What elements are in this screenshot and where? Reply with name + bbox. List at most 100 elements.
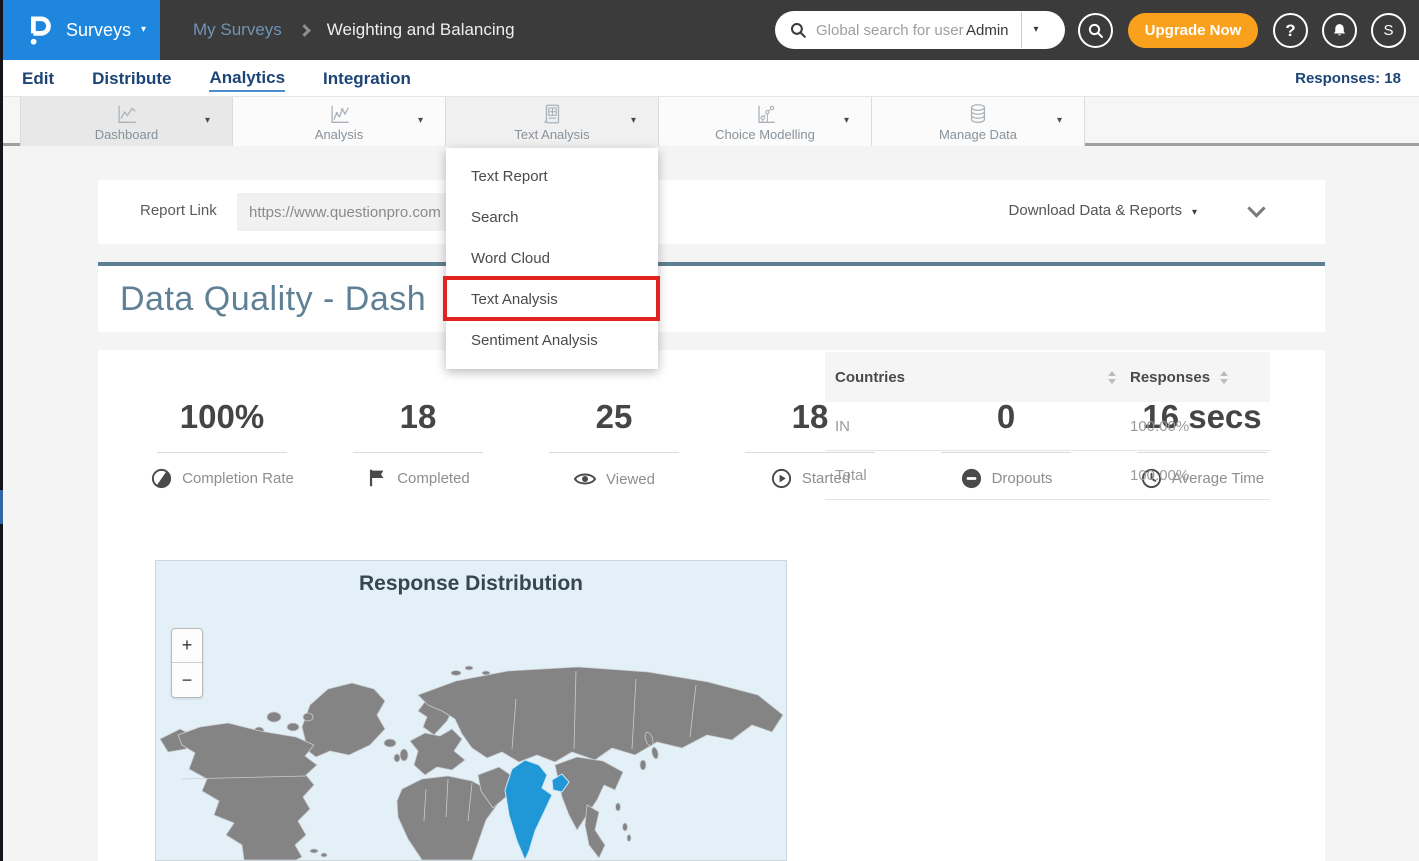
table-row: IN 100.00%: [825, 402, 1270, 451]
india-region: [505, 760, 552, 860]
chevron-down-icon[interactable]: ▾: [1057, 115, 1062, 126]
avatar[interactable]: S: [1371, 13, 1406, 48]
scatter-trend-icon: [753, 102, 778, 126]
tab-label: Manage Data: [939, 127, 1017, 142]
report-link-label: Report Link: [140, 202, 217, 219]
chevron-right-icon: [298, 24, 311, 37]
download-label: Download Data & Reports: [1009, 202, 1182, 219]
column-label: Countries: [835, 369, 905, 386]
collapse-section-chevron-icon[interactable]: [1247, 199, 1265, 217]
chevron-down-icon: ▾: [1192, 207, 1197, 218]
search-icon: [789, 21, 808, 40]
stat-completion-rate: 100% Completion Rate: [124, 398, 320, 491]
stat-value: 100%: [124, 398, 320, 436]
country-cell: IN: [835, 418, 1130, 435]
table-row: Total 100.00%: [825, 451, 1270, 500]
column-header-responses[interactable]: Responses: [1130, 369, 1260, 386]
menu-item-word-cloud[interactable]: Word Cloud: [446, 238, 658, 279]
stat-label: Completed: [397, 470, 470, 487]
divider: [353, 452, 483, 453]
global-search: Admin ▾: [775, 11, 1065, 49]
response-distribution-map: Response Distribution + −: [155, 560, 787, 861]
tab-label: Dashboard: [95, 127, 159, 142]
play-circle-icon: [770, 467, 793, 490]
stat-value: 18: [320, 398, 516, 436]
report-link-bar: Report Link Download Data & Reports ▾: [98, 180, 1325, 244]
nav-item-integration[interactable]: Integration: [323, 65, 411, 91]
top-bar: Surveys ▾ My Surveys Weighting and Balan…: [0, 0, 1419, 60]
north-america: [178, 723, 317, 860]
download-data-reports-dropdown[interactable]: Download Data & Reports ▾: [1009, 202, 1197, 219]
document-grid-icon: [540, 102, 564, 126]
page-title-panel: Data Quality - Dash: [98, 262, 1325, 332]
menu-item-text-analysis[interactable]: Text Analysis: [446, 279, 658, 320]
bell-icon: [1331, 22, 1348, 39]
nav-item-analytics[interactable]: Analytics: [209, 64, 285, 92]
flag-icon: [366, 467, 388, 489]
tab-dashboard[interactable]: Dashboard ▾: [20, 97, 233, 146]
greenland: [302, 683, 385, 757]
product-menu-label: Surveys: [66, 20, 131, 41]
map-title: Response Distribution: [156, 572, 786, 596]
asia: [418, 667, 783, 762]
tab-analysis[interactable]: Analysis ▾: [233, 97, 446, 146]
chevron-down-icon[interactable]: ▾: [418, 115, 423, 126]
responses-count: Responses: 18: [1295, 70, 1401, 87]
stat-completed: 18 Completed: [320, 398, 516, 491]
question-mark-icon: ?: [1285, 21, 1295, 41]
search-input[interactable]: [816, 22, 964, 39]
search-icon: [1087, 22, 1105, 40]
tab-text-analysis[interactable]: Text Analysis ▾: [446, 97, 659, 146]
countries-table: Countries Responses IN 100.00% Total 100…: [825, 352, 1270, 500]
chevron-down-icon: ▾: [141, 25, 146, 35]
menu-item-text-report[interactable]: Text Report: [446, 156, 658, 197]
chevron-down-icon[interactable]: ▾: [205, 115, 210, 126]
divider: [549, 452, 679, 453]
responses-cell: 100.00%: [1130, 418, 1260, 435]
chevron-down-icon[interactable]: ▾: [631, 115, 636, 126]
nav-item-distribute[interactable]: Distribute: [92, 65, 171, 91]
page-title: Data Quality - Dash: [120, 280, 426, 319]
menu-item-sentiment-analysis[interactable]: Sentiment Analysis: [446, 320, 658, 361]
analytics-toolbar: Dashboard ▾ Analysis ▾ Text Analysis ▾ C…: [0, 97, 1419, 146]
sort-icon[interactable]: [1108, 371, 1116, 384]
menu-item-search[interactable]: Search: [446, 197, 658, 238]
divider: [157, 452, 287, 453]
stat-label: Viewed: [606, 471, 655, 488]
stat-viewed: 25 Viewed: [516, 398, 712, 491]
tab-choice-modelling[interactable]: Choice Modelling ▾: [659, 97, 872, 146]
nav-item-edit[interactable]: Edit: [22, 65, 54, 91]
world-map[interactable]: [156, 639, 787, 860]
indochina: [585, 805, 605, 858]
europe: [410, 729, 465, 775]
search-button[interactable]: [1078, 13, 1113, 48]
breadcrumb-parent-link[interactable]: My Surveys: [193, 20, 282, 40]
tab-label: Choice Modelling: [715, 127, 815, 142]
text-analysis-menu: Text Report Search Word Cloud Text Analy…: [446, 148, 658, 369]
line-chart-icon: [327, 102, 352, 126]
database-icon: [966, 102, 990, 126]
sort-icon[interactable]: [1220, 371, 1228, 384]
survey-nav: Edit Distribute Analytics Integration Re…: [0, 60, 1419, 97]
country-cell: Total: [835, 467, 1130, 484]
iceland: [384, 739, 396, 747]
breadcrumb: My Surveys Weighting and Balancing: [193, 0, 515, 60]
tab-label: Analysis: [315, 127, 363, 142]
chevron-down-icon[interactable]: ▾: [844, 115, 849, 126]
table-header-row: Countries Responses: [825, 352, 1270, 402]
great-britain: [400, 749, 408, 761]
avatar-initial: S: [1383, 22, 1393, 39]
product-menu[interactable]: Surveys ▾: [0, 0, 160, 60]
search-scope-selector[interactable]: Admin: [966, 22, 1009, 39]
upgrade-now-button[interactable]: Upgrade Now: [1128, 13, 1258, 48]
breadcrumb-current: Weighting and Balancing: [327, 20, 515, 40]
notifications-button[interactable]: [1322, 13, 1357, 48]
search-scope-caret-icon[interactable]: ▾: [1022, 25, 1043, 35]
tab-manage-data[interactable]: Manage Data ▾: [872, 97, 1085, 146]
stat-label: Completion Rate: [182, 470, 294, 487]
column-header-countries[interactable]: Countries: [835, 369, 1130, 386]
eye-icon: [573, 467, 597, 491]
half-circle-icon: [150, 467, 173, 490]
help-button[interactable]: ?: [1273, 13, 1308, 48]
screen-edge-strip: [0, 0, 3, 861]
